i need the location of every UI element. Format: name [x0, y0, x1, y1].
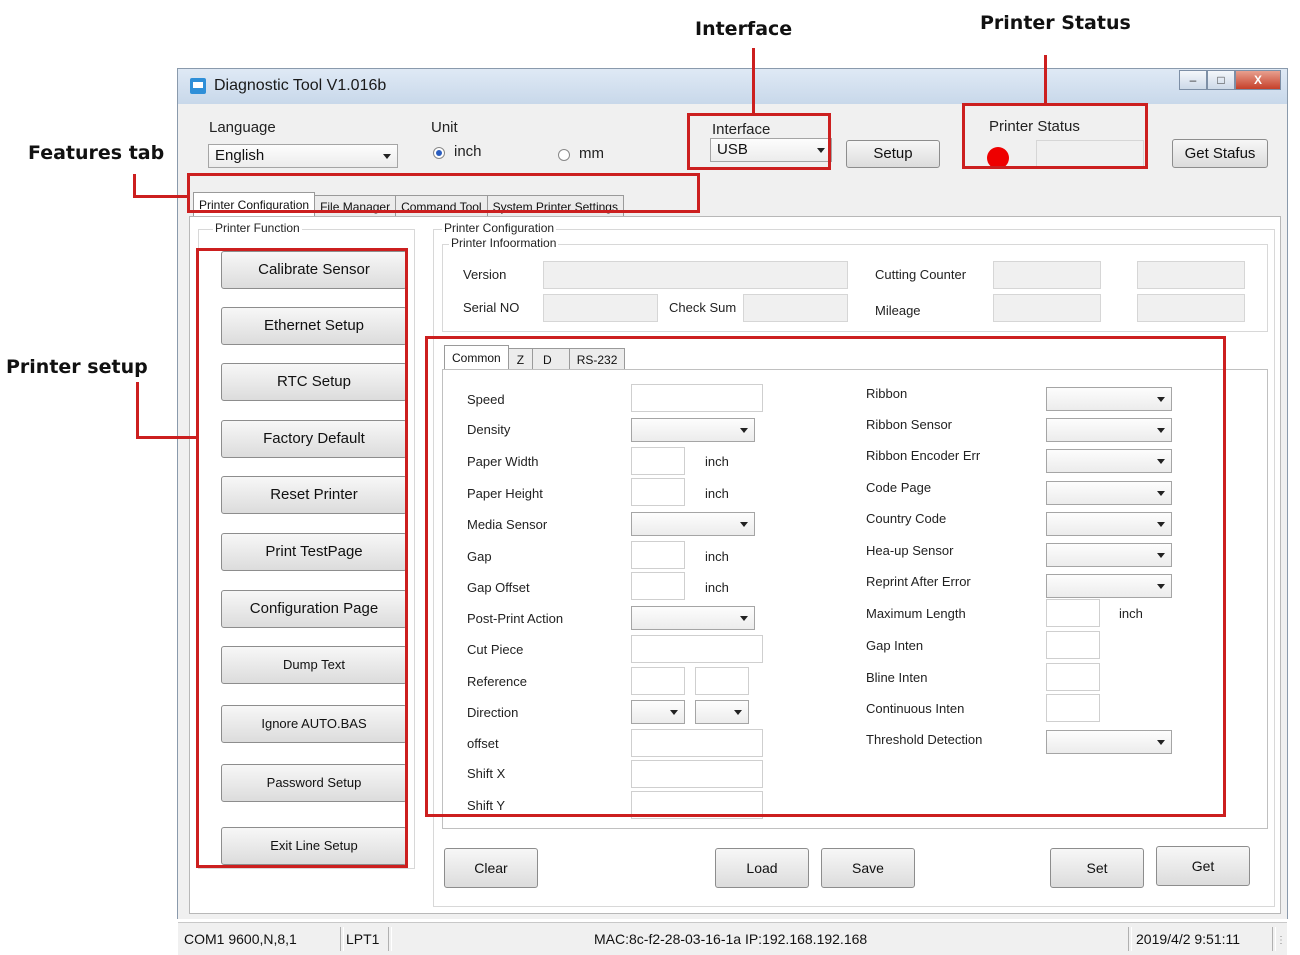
- language-label: Language: [209, 119, 276, 136]
- unit-label: Unit: [431, 119, 458, 136]
- setup-button[interactable]: Setup: [846, 140, 940, 168]
- load-button[interactable]: Load: [715, 848, 809, 888]
- serial-no-field: [543, 294, 658, 322]
- interface-callout: Interface: [695, 18, 793, 40]
- unit-inch-label: inch: [454, 143, 482, 160]
- printer-setup-leader-line-h: [136, 436, 196, 439]
- maximize-button[interactable]: □: [1207, 70, 1235, 90]
- unit-mm-label: mm: [579, 145, 604, 162]
- title-bar[interactable]: Diagnostic Tool V1.016b – □ X: [178, 69, 1287, 104]
- common-settings-highlight-box: [425, 336, 1226, 817]
- mileage-extra-field: [1137, 294, 1245, 322]
- serial-no-label: Serial NO: [463, 300, 520, 315]
- printer-function-title: Printer Function: [213, 221, 302, 235]
- cutting-counter-field: [993, 261, 1101, 289]
- printer-setup-highlight-box: [196, 248, 408, 868]
- features-tab-highlight-box: [187, 173, 700, 213]
- language-select[interactable]: English: [208, 144, 398, 168]
- printer-configuration-title: Printer Configuration: [442, 221, 557, 235]
- network-status: MAC:8c-f2-28-03-16-1a IP:192.168.192.168: [594, 931, 868, 947]
- datetime-status: 2019/4/2 9:51:11: [1136, 931, 1241, 947]
- printer-status-callout: Printer Status: [980, 12, 1131, 34]
- mileage-field: [993, 294, 1101, 322]
- printer-setup-callout: Printer setup: [6, 356, 148, 378]
- printer-information-title: Printer Infoormation: [449, 236, 559, 250]
- mileage-label: Mileage: [875, 303, 921, 318]
- printer-setup-leader-line-v: [136, 382, 139, 438]
- save-button[interactable]: Save: [821, 848, 915, 888]
- clear-button[interactable]: Clear: [444, 848, 538, 888]
- version-field: [543, 261, 848, 289]
- cutting-counter-extra-field: [1137, 261, 1245, 289]
- unit-mm-radio[interactable]: [558, 149, 570, 161]
- lpt-status: LPT1: [346, 931, 380, 947]
- interface-leader-line: [752, 48, 755, 113]
- features-tab-leader-line-h: [133, 195, 187, 198]
- printer-information-group: Printer Infoormation Version Cutting Cou…: [442, 236, 1268, 332]
- com-port-status: COM1 9600,N,8,1: [184, 931, 297, 947]
- printer-status-leader-line: [1044, 55, 1047, 103]
- close-button[interactable]: X: [1235, 70, 1281, 90]
- check-sum-label: Check Sum: [669, 300, 737, 315]
- printer-status-highlight-box: [962, 103, 1148, 169]
- get-status-button[interactable]: Get Stafus: [1172, 139, 1268, 168]
- unit-inch-radio[interactable]: [433, 147, 445, 159]
- window-title: Diagnostic Tool V1.016b: [214, 77, 387, 94]
- interface-highlight-box: [687, 113, 831, 170]
- language-value: English: [215, 147, 265, 164]
- status-divider: [340, 927, 344, 951]
- check-sum-field: [743, 294, 848, 322]
- minimize-button[interactable]: –: [1179, 70, 1207, 90]
- window-controls: – □ X: [1179, 70, 1281, 90]
- printer-icon: [190, 78, 206, 94]
- status-bar: COM1 9600,N,8,1 LPT1 MAC:8c-f2-28-03-16-…: [178, 922, 1287, 955]
- resize-grip-icon[interactable]: ⋮: [1276, 935, 1286, 946]
- status-divider: [388, 927, 392, 951]
- features-tab-callout: Features tab: [28, 142, 165, 164]
- get-button[interactable]: Get: [1156, 846, 1250, 886]
- set-button[interactable]: Set: [1050, 848, 1144, 888]
- status-divider: [1128, 927, 1132, 951]
- chevron-down-icon: [383, 154, 391, 159]
- version-label: Version: [463, 267, 507, 282]
- cutting-counter-label: Cutting Counter: [875, 267, 967, 282]
- features-tab-leader-line-v: [133, 174, 136, 197]
